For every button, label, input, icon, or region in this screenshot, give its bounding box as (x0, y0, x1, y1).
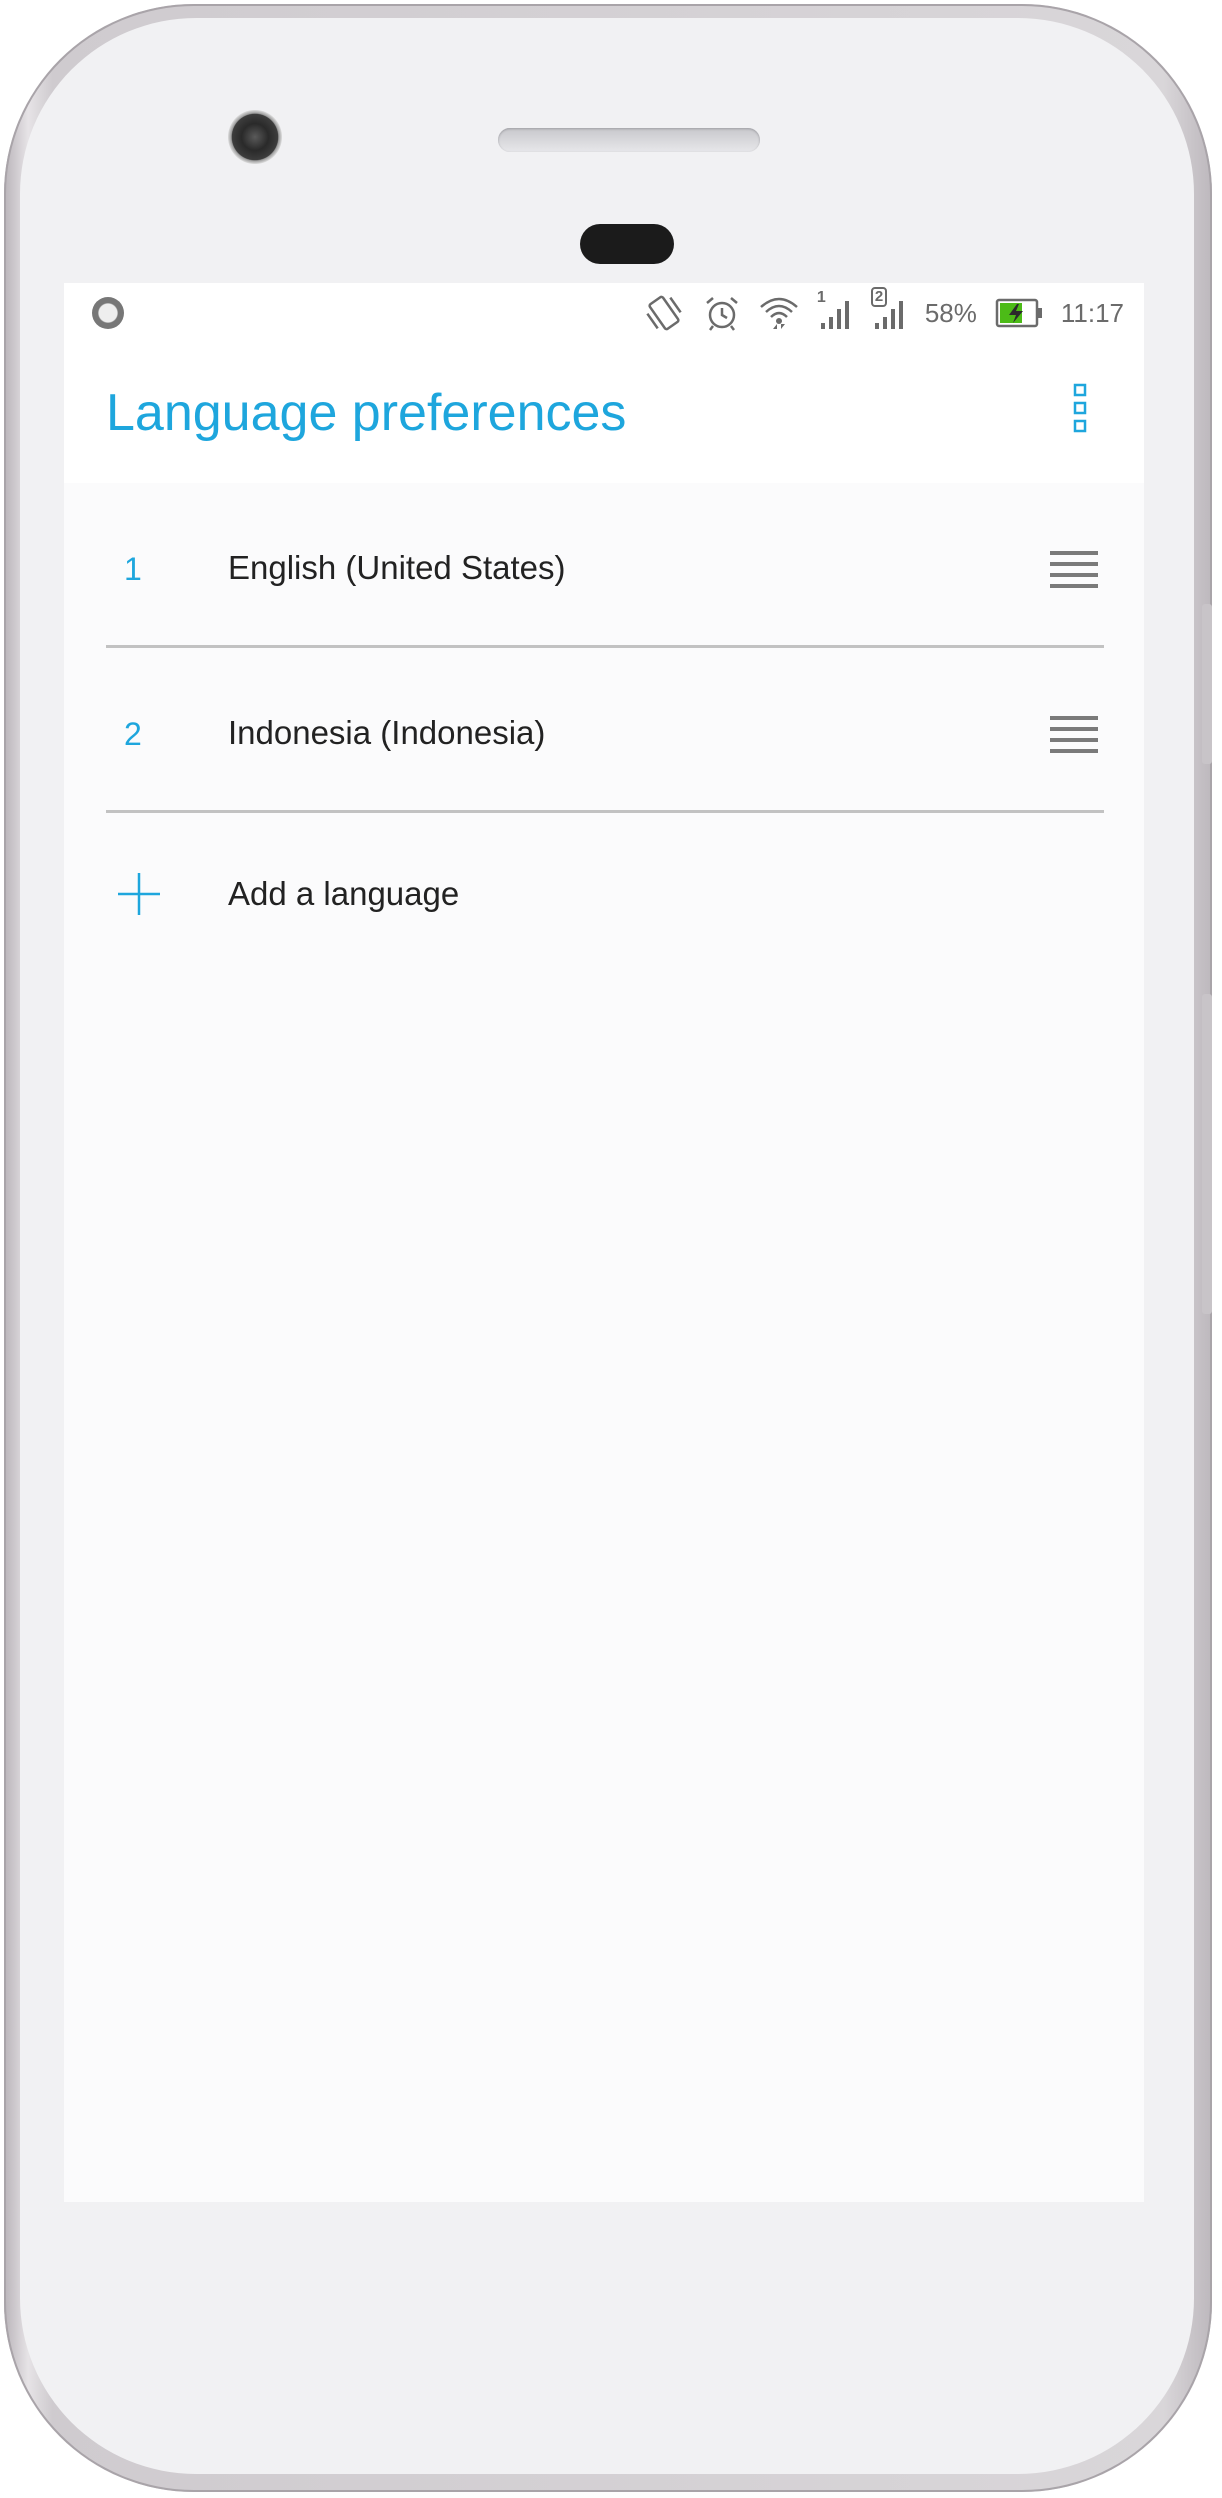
power-button (1202, 994, 1212, 1314)
battery-charging-icon (995, 298, 1043, 328)
more-vert-icon (1073, 383, 1087, 433)
sim1-label: 1 (816, 289, 826, 306)
language-rank: 1 (124, 551, 142, 587)
wifi-icon (759, 295, 799, 331)
sim2-label: 2 (870, 287, 888, 307)
drag-handle-icon[interactable] (1050, 716, 1098, 754)
language-list: 1 English (United States) 2 Indonesia (I… (64, 483, 1144, 973)
language-name: English (United States) (228, 549, 566, 586)
vibrate-icon (643, 295, 685, 331)
volume-button (1202, 604, 1212, 764)
language-name: Indonesia (Indonesia) (228, 714, 546, 751)
status-bar: 1 2 58% 11:17 (64, 283, 1144, 343)
earpiece-speaker (498, 128, 760, 152)
add-language-label: Add a language (228, 875, 460, 912)
screen: 1 2 58% 11:17 Language preferences 1 Eng… (64, 283, 1144, 2202)
language-rank: 2 (124, 716, 142, 752)
language-item[interactable]: 1 English (United States) (106, 483, 1104, 648)
page-title: Language preferences (106, 384, 627, 442)
alarm-icon (703, 295, 741, 331)
proximity-sensor (580, 224, 674, 264)
record-dot-icon (92, 297, 124, 329)
clock: 11:17 (1060, 297, 1124, 328)
signal-sim1-icon: 1 (817, 289, 853, 331)
overflow-menu-button[interactable] (1060, 371, 1100, 445)
signal-sim2-icon: 2 (870, 287, 907, 331)
language-item[interactable]: 2 Indonesia (Indonesia) (106, 648, 1104, 813)
app-bar: Language preferences (64, 343, 1144, 483)
plus-icon (118, 873, 160, 915)
battery-percent: 58% (924, 297, 977, 328)
status-icons: 1 2 58% 11:17 (643, 287, 1124, 331)
drag-handle-icon[interactable] (1050, 551, 1098, 589)
front-camera (228, 110, 282, 164)
add-language-button[interactable]: Add a language (106, 813, 1104, 973)
